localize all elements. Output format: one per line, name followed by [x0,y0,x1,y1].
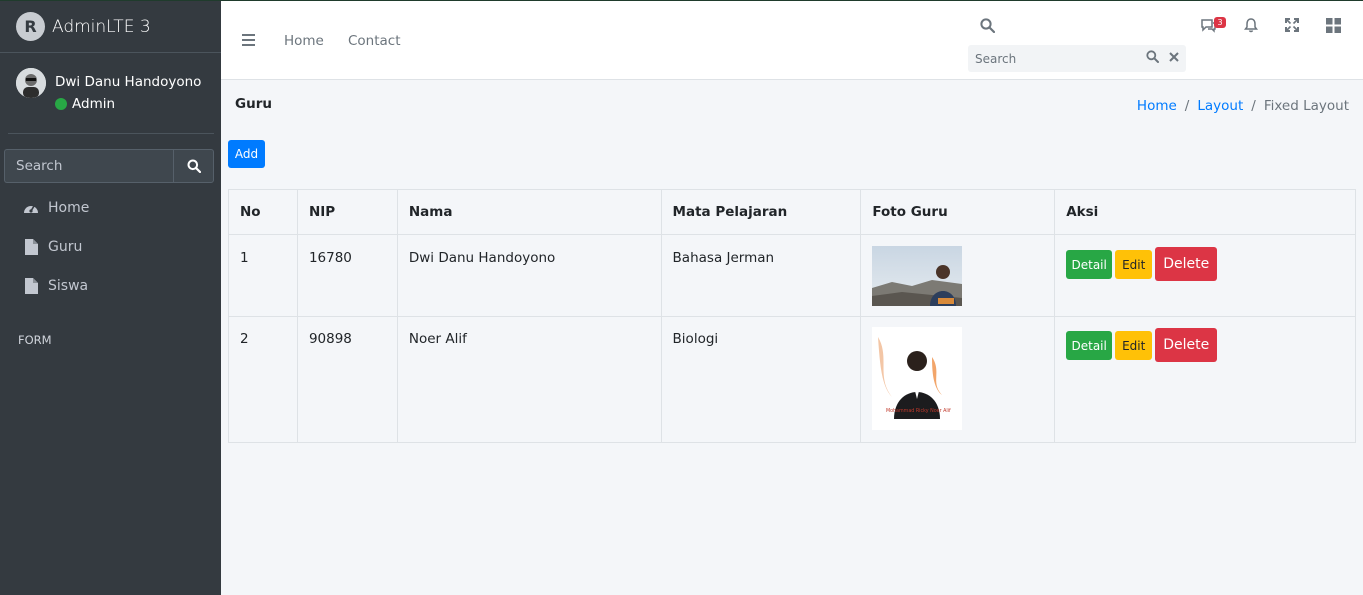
table-row: 1 16780 Dwi Danu Handoyono Bahasa Jerman… [228,234,1356,317]
user-role: Admin [72,96,116,112]
table-header-row: No NIP Nama Mata Pelajaran Foto Guru Aks… [228,189,1356,235]
close-icon[interactable] [1169,51,1179,66]
edit-button[interactable]: Edit [1115,331,1153,360]
photo-caption: Mohammad Ricky Noer Alif [885,409,951,414]
page-title: Guru [235,96,272,112]
brand-text: AdminLTE 3 [52,16,151,37]
navbar-search: Search [968,45,1186,72]
sidebar: R AdminLTE 3 Dwi Danu Handoyono Admin Se… [0,0,221,595]
edit-button[interactable]: Edit [1115,250,1153,279]
brand-link[interactable]: R AdminLTE 3 [0,1,221,53]
table-row: 2 90898 Noer Alif Biologi Mohammad Ricky… [228,316,1356,443]
cell-no: 2 [228,316,298,443]
nav-link-home[interactable]: Home [284,33,324,49]
delete-button[interactable]: Delete [1155,328,1218,362]
sidebar-item-home[interactable]: Home [22,199,89,217]
cell-mapel: Bahasa Jerman [660,234,862,317]
cell-aksi: Detail Edit Delete [1054,316,1356,443]
column-header-foto: Foto Guru [860,189,1056,235]
cell-nama: Dwi Danu Handoyono [396,234,662,317]
top-navbar: Home Contact Search 3 [221,0,1363,80]
breadcrumb-separator: / [1184,98,1190,114]
sidebar-item-siswa[interactable]: Siswa [22,277,88,295]
sidebar-item-label: Home [48,200,90,216]
sidebar-item-label: Guru [48,239,83,255]
online-dot-icon [55,98,67,110]
sidebar-header-form: FORM [18,333,52,347]
sidebar-item-guru[interactable]: Guru [22,238,82,256]
delete-button[interactable]: Delete [1155,247,1218,281]
breadcrumb-separator: / [1251,98,1256,114]
detail-button[interactable]: Detail [1066,331,1113,360]
breadcrumb: Home / Layout / Fixed Layout [1137,98,1349,114]
brand-logo: R [16,12,45,41]
column-header-nama: Nama [396,189,662,235]
fullscreen-icon[interactable] [1285,18,1299,36]
column-header-nip: NIP [296,189,398,235]
user-panel: Dwi Danu Handoyono Admin [8,53,214,134]
breadcrumb-current: Fixed Layout [1263,98,1349,114]
cell-nip: 90898 [296,316,398,443]
guru-table: No NIP Nama Mata Pelajaran Foto Guru Aks… [228,189,1356,443]
avatar [16,68,46,98]
teacher-photo [872,246,963,306]
column-header-no: No [228,189,298,235]
sidebar-search-input[interactable]: Search [4,149,173,183]
file-icon [22,238,40,256]
grid-icon[interactable] [1326,18,1341,37]
breadcrumb-home[interactable]: Home [1137,98,1177,114]
cell-foto: Mohammad Ricky Noer Alif [860,316,1056,443]
user-status: Admin [55,96,115,112]
sidebar-item-label: Siswa [48,278,89,294]
teacher-photo: Mohammad Ricky Noer Alif [872,327,963,430]
tachometer-icon [22,199,40,217]
sidebar-search: Search [4,149,214,183]
nav-link-contact[interactable]: Contact [348,33,401,49]
file-icon [22,277,40,295]
cell-mapel: Biologi [660,316,862,443]
breadcrumb-layout[interactable]: Layout [1197,98,1243,114]
cell-foto [860,234,1056,317]
search-icon [187,159,201,173]
column-header-mapel: Mata Pelajaran [660,189,862,235]
bell-icon[interactable] [1244,18,1258,37]
search-icon[interactable] [1146,50,1159,67]
messages-badge: 3 [1214,17,1226,28]
cell-aksi: Detail Edit Delete [1054,234,1356,317]
menu-toggle-icon[interactable] [242,34,255,50]
cell-nip: 16780 [296,234,398,317]
column-header-aksi: Aksi [1054,189,1356,235]
add-button[interactable]: Add [228,140,265,168]
cell-no: 1 [228,234,298,317]
navbar-search-toggle-icon[interactable] [980,18,996,37]
cell-nama: Noer Alif [396,316,662,443]
user-name[interactable]: Dwi Danu Handoyono [55,74,201,90]
navbar-search-input[interactable]: Search [968,52,1146,66]
sidebar-search-button[interactable] [173,149,214,183]
detail-button[interactable]: Detail [1066,250,1113,279]
